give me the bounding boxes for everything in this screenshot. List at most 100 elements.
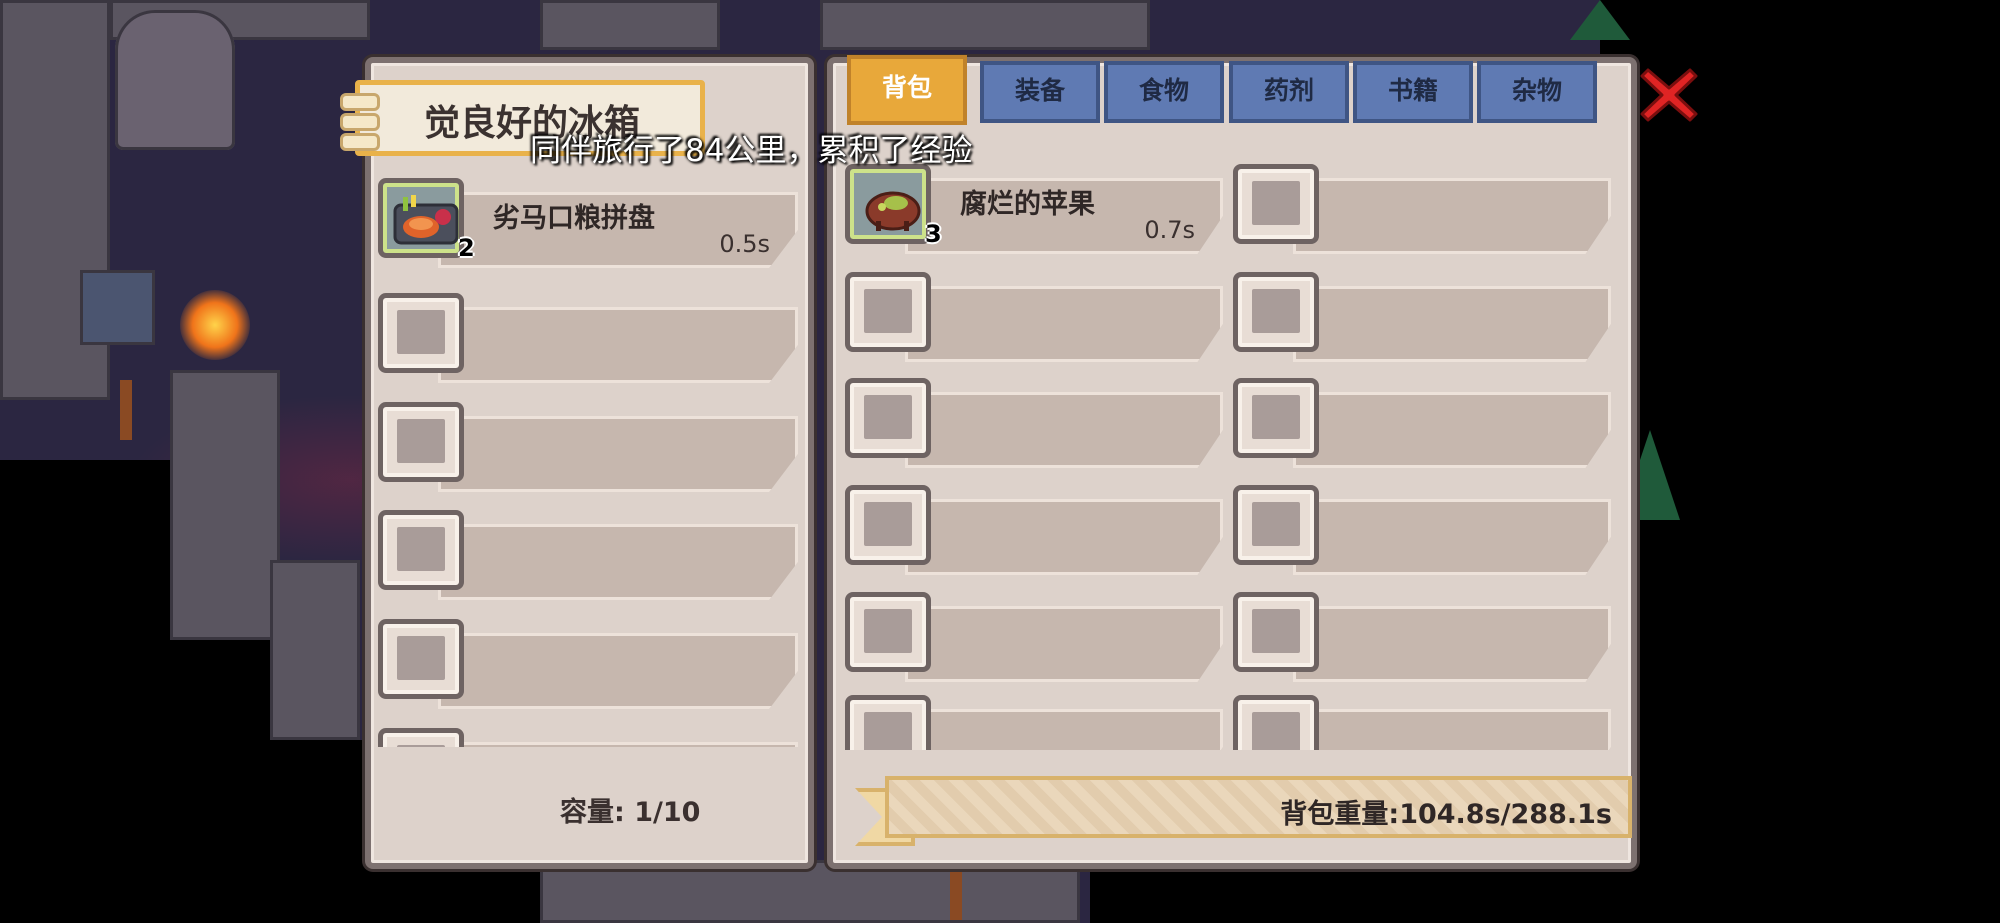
stone-column xyxy=(270,560,360,740)
item-slot-box[interactable] xyxy=(845,272,931,352)
rotten-apple-icon xyxy=(865,191,921,231)
item-slot-box[interactable] xyxy=(1233,272,1319,352)
game-screen: 觉良好的冰箱 劣马口粮拼盘 0.5s 2 容量: 1/10 背包 装备 食物 药… xyxy=(0,0,2000,923)
tab-backpack[interactable]: 背包 xyxy=(847,55,967,125)
item-slot-box[interactable] xyxy=(845,485,931,565)
bag-slot[interactable] xyxy=(1233,485,1611,575)
close-button[interactable] xyxy=(1640,66,1698,124)
item-slot-box[interactable] xyxy=(1233,485,1319,565)
slot-bar xyxy=(438,524,798,600)
stone-wall xyxy=(540,0,720,50)
void-area xyxy=(170,640,270,923)
slot-bar xyxy=(1293,178,1611,254)
tab-food[interactable]: 食物 xyxy=(1104,61,1224,123)
ring-binder-icon xyxy=(340,113,380,131)
bag-slot[interactable] xyxy=(1233,378,1611,468)
empty-slot-icon xyxy=(397,310,445,354)
slot-bar xyxy=(438,416,798,492)
tab-potion[interactable]: 药剂 xyxy=(1229,61,1349,123)
item-slot-box[interactable] xyxy=(378,619,464,699)
item-slot-box[interactable] xyxy=(1233,378,1319,458)
item-count: 3 xyxy=(925,220,942,248)
travel-notification: 同伴旅行了84公里，累积了经验 xyxy=(530,133,973,169)
item-slot-box[interactable] xyxy=(1233,592,1319,672)
item-slot-box[interactable] xyxy=(378,728,464,747)
item-slot-box[interactable] xyxy=(378,293,464,373)
bag-slot[interactable] xyxy=(845,485,1223,575)
bag-slot[interactable] xyxy=(1233,592,1611,682)
chest-capacity: 容量: 1/10 xyxy=(560,797,701,828)
tab-equipment[interactable]: 装备 xyxy=(980,61,1100,123)
slot-bar xyxy=(1293,499,1611,575)
empty-slot-icon xyxy=(397,636,445,680)
item-slot-box[interactable] xyxy=(1233,164,1319,244)
empty-slot-icon xyxy=(864,289,912,333)
empty-slot-icon xyxy=(864,502,912,546)
bag-slot[interactable] xyxy=(845,695,1223,750)
item-count: 2 xyxy=(458,234,475,262)
empty-slot-icon xyxy=(1252,395,1300,439)
bag-slot[interactable] xyxy=(845,378,1223,468)
item-slot-box[interactable] xyxy=(378,178,464,258)
bag-slot[interactable] xyxy=(845,592,1223,682)
bag-slot[interactable] xyxy=(1233,164,1611,254)
empty-slot-icon xyxy=(1252,289,1300,333)
void-area xyxy=(0,460,170,923)
bag-slot[interactable]: 腐烂的苹果 0.7s 3 xyxy=(845,164,1223,254)
item-slot-box[interactable] xyxy=(845,592,931,672)
slot-bar xyxy=(905,606,1223,682)
item-slot-box[interactable] xyxy=(378,510,464,590)
chest-slot[interactable] xyxy=(378,510,798,600)
stone-floor xyxy=(540,860,1080,923)
empty-slot-icon xyxy=(1252,502,1300,546)
tab-books[interactable]: 书籍 xyxy=(1353,61,1473,123)
item-slot-box[interactable] xyxy=(1233,695,1319,750)
bag-slot-grid[interactable]: 腐烂的苹果 0.7s 3 xyxy=(843,160,1613,750)
bag-slot[interactable] xyxy=(1233,272,1611,362)
weight-ribbon: 背包重量:104.8s/288.1s xyxy=(885,776,1632,838)
item-slot-box[interactable] xyxy=(845,378,931,458)
slot-bar xyxy=(1293,606,1611,682)
bag-slot[interactable] xyxy=(1233,695,1611,750)
chest-slot[interactable] xyxy=(378,728,798,747)
empty-slot-icon xyxy=(864,609,912,653)
chest-slot[interactable]: 劣马口粮拼盘 0.5s 2 xyxy=(378,178,798,268)
item-name: 腐烂的苹果 xyxy=(960,189,1095,220)
close-x-icon xyxy=(1640,68,1698,122)
item-weight: 0.5s xyxy=(719,230,770,258)
stone-wall xyxy=(820,0,1150,50)
chest-slot[interactable] xyxy=(378,402,798,492)
slot-bar xyxy=(905,286,1223,362)
bag-weight: 背包重量:104.8s/288.1s xyxy=(1280,799,1612,830)
slot-bar xyxy=(438,633,798,709)
bag-slot[interactable] xyxy=(845,272,1223,362)
empty-slot-icon xyxy=(1252,609,1300,653)
slot-bar xyxy=(905,499,1223,575)
chest-slot-list[interactable]: 劣马口粮拼盘 0.5s 2 xyxy=(378,175,798,747)
item-slot-box[interactable] xyxy=(378,402,464,482)
slot-bar xyxy=(1293,286,1611,362)
item-slot-box[interactable] xyxy=(845,164,931,244)
slot-bar xyxy=(438,307,798,383)
stone-column xyxy=(170,370,280,640)
ring-binder-icon xyxy=(340,133,380,151)
tab-misc[interactable]: 杂物 xyxy=(1477,61,1597,123)
dead-tree-icon xyxy=(120,380,132,440)
slot-bar xyxy=(438,742,798,747)
empty-slot-icon xyxy=(864,712,912,750)
barrel-icon xyxy=(80,270,155,345)
chest-slot[interactable] xyxy=(378,619,798,709)
item-weight: 0.7s xyxy=(1144,216,1195,244)
slot-bar xyxy=(905,392,1223,468)
empty-slot-icon xyxy=(1252,181,1300,225)
slot-bar xyxy=(905,709,1223,750)
chest-slot[interactable] xyxy=(378,293,798,383)
empty-slot-icon xyxy=(1252,712,1300,750)
item-name: 劣马口粮拼盘 xyxy=(493,203,655,234)
empty-slot-icon xyxy=(397,527,445,571)
ration-platter-icon xyxy=(393,195,459,245)
slot-bar xyxy=(1293,392,1611,468)
ring-binder-icon xyxy=(340,93,380,111)
item-slot-box[interactable] xyxy=(845,695,931,750)
empty-slot-icon xyxy=(397,745,445,747)
